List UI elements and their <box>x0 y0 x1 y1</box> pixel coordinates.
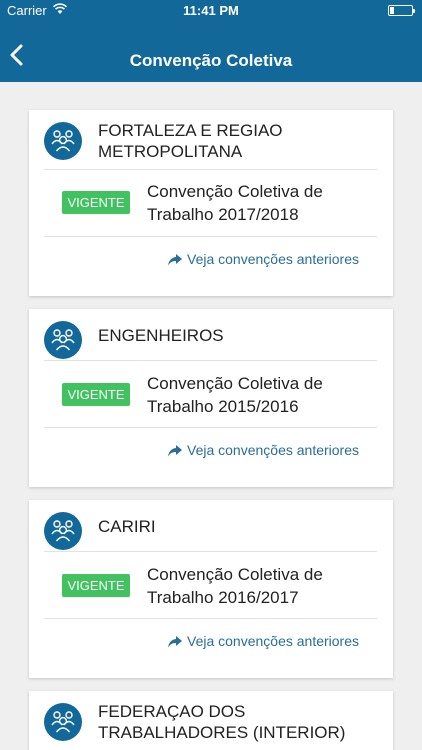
status-badge: VIGENTE <box>62 383 130 406</box>
status-bar: Carrier 11:41 PM <box>0 0 422 22</box>
union-name: CARIRI <box>98 517 156 536</box>
previous-conventions-label: Veja convenções anteriores <box>187 633 359 649</box>
union-header[interactable]: FEDERAÇAO DOS TRABALHADORES (INTERIOR) <box>29 691 393 750</box>
group-people-icon <box>44 122 82 160</box>
share-arrow-icon <box>168 254 182 266</box>
divider <box>44 169 377 170</box>
convention-title[interactable]: Convenção Coletiva de Trabalho 2016/2017 <box>147 563 347 609</box>
previous-conventions-link[interactable]: Veja convenções anteriores <box>168 442 359 458</box>
battery-icon <box>388 5 415 16</box>
navigation-bar: Convenção Coletiva <box>0 22 422 82</box>
divider <box>44 236 377 237</box>
previous-conventions-link[interactable]: Veja convenções anteriores <box>168 251 359 267</box>
share-arrow-icon <box>168 445 182 457</box>
union-card: FEDERAÇAO DOS TRABALHADORES (INTERIOR) <box>29 691 393 750</box>
group-people-icon <box>44 321 82 359</box>
convention-list[interactable]: FORTALEZA E REGIAO METROPOLITANA VIGENTE… <box>0 82 422 750</box>
status-badge: VIGENTE <box>62 191 130 214</box>
previous-conventions-link[interactable]: Veja convenções anteriores <box>168 633 359 649</box>
divider <box>44 551 377 552</box>
page-title: Convenção Coletiva <box>129 51 293 70</box>
union-card: CARIRI VIGENTE Convenção Coletiva de Tra… <box>29 500 393 678</box>
union-card: ENGENHEIROS VIGENTE Convenção Coletiva d… <box>29 309 393 487</box>
clock: 11:41 PM <box>183 3 239 18</box>
group-people-icon <box>44 703 82 741</box>
previous-conventions-label: Veja convenções anteriores <box>187 251 359 267</box>
divider <box>44 618 377 619</box>
divider <box>44 360 377 361</box>
union-name: FORTALEZA E REGIAO METROPOLITANA <box>98 121 283 161</box>
status-badge: VIGENTE <box>62 574 130 597</box>
union-card: FORTALEZA E REGIAO METROPOLITANA VIGENTE… <box>29 110 393 296</box>
union-name: ENGENHEIROS <box>98 326 224 345</box>
convention-title[interactable]: Convenção Coletiva de Trabalho 2017/2018 <box>147 180 347 226</box>
group-people-icon <box>44 512 82 550</box>
share-arrow-icon <box>168 636 182 648</box>
union-header[interactable]: FORTALEZA E REGIAO METROPOLITANA <box>29 110 393 170</box>
previous-conventions-label: Veja convenções anteriores <box>187 442 359 458</box>
convention-title[interactable]: Convenção Coletiva de Trabalho 2015/2016 <box>147 372 347 418</box>
divider <box>44 427 377 428</box>
union-name: FEDERAÇAO DOS TRABALHADORES (INTERIOR) <box>98 702 346 742</box>
